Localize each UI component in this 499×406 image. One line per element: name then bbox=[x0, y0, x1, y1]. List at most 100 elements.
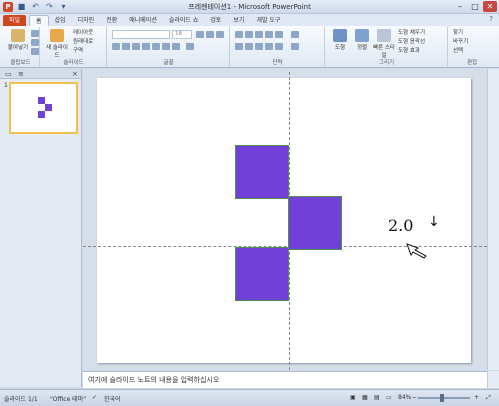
decrease-indent-icon[interactable] bbox=[255, 31, 263, 38]
align-right-icon[interactable] bbox=[255, 43, 263, 50]
new-slide-button[interactable]: 새 슬라이드 bbox=[45, 29, 69, 59]
tab-slideshow[interactable]: 슬라이드 쇼 bbox=[163, 15, 205, 26]
shape-effects-button[interactable]: 도형 효과 bbox=[398, 47, 420, 55]
tab-animations[interactable]: 애니메이션 bbox=[123, 15, 163, 26]
section-button[interactable]: 구역 bbox=[73, 47, 83, 55]
line-spacing-icon[interactable] bbox=[275, 31, 283, 38]
align-center-icon[interactable] bbox=[245, 43, 253, 50]
tab-design[interactable]: 디자인 bbox=[72, 15, 101, 26]
slide-thumbnail[interactable] bbox=[9, 82, 78, 134]
change-case-icon[interactable] bbox=[172, 43, 180, 50]
tab-insert[interactable]: 삽입 bbox=[49, 15, 72, 26]
layout-button[interactable]: 레이아웃 bbox=[73, 29, 93, 37]
spellcheck-icon[interactable]: ✓ bbox=[92, 394, 97, 401]
font-color-icon[interactable] bbox=[186, 43, 194, 50]
close-pane-icon[interactable]: × bbox=[72, 69, 78, 79]
notes-field[interactable]: 여기에 슬라이드 노트의 내용을 입력하십시오 bbox=[83, 371, 487, 388]
copy-icon[interactable] bbox=[31, 39, 39, 46]
cut-icon[interactable] bbox=[31, 30, 39, 37]
outline-tab-icon[interactable]: ≡ bbox=[18, 69, 24, 79]
shapes-label: 도형 bbox=[334, 45, 346, 51]
zoom-out-icon[interactable]: − bbox=[412, 394, 417, 401]
shrink-font-icon[interactable] bbox=[206, 31, 214, 38]
arrange-button[interactable]: 정렬 bbox=[350, 29, 374, 51]
arrange-label: 정렬 bbox=[356, 45, 368, 51]
new-slide-label: 새 슬라이드 bbox=[46, 45, 68, 59]
vertical-scrollbar[interactable] bbox=[487, 69, 499, 370]
reset-button[interactable]: 원래대로 bbox=[73, 38, 93, 46]
group-label-drawing: 그리기 bbox=[378, 60, 395, 66]
group-label-font: 글꼴 bbox=[163, 60, 174, 66]
notes-scrollbar[interactable] bbox=[487, 371, 499, 388]
tab-developer[interactable]: 개발 도구 bbox=[250, 15, 286, 26]
quick-styles-button[interactable]: 빠른 스타일 bbox=[372, 29, 396, 59]
slideshow-icon[interactable]: ▭ bbox=[386, 394, 392, 401]
italic-icon[interactable] bbox=[122, 43, 130, 50]
text-direction-icon[interactable] bbox=[291, 31, 299, 38]
replace-button[interactable]: 바꾸기 bbox=[453, 38, 468, 46]
title-bar: P ■ ↶ ↷ ▾ 프레젠테이션1 - Microsoft PowerPoint… bbox=[0, 0, 499, 14]
purple-square-middle[interactable] bbox=[288, 196, 342, 250]
tab-transitions[interactable]: 전환 bbox=[100, 15, 123, 26]
align-left-icon[interactable] bbox=[235, 43, 243, 50]
shapes-button[interactable]: 도형 bbox=[328, 29, 352, 51]
slide-thumbnail-number: 1 bbox=[4, 82, 8, 89]
shadow-icon[interactable] bbox=[142, 43, 150, 50]
tab-view[interactable]: 보기 bbox=[227, 15, 250, 26]
grow-font-icon[interactable] bbox=[196, 31, 204, 38]
guide-position-label: 2.0 bbox=[388, 216, 414, 235]
slides-pane: ▭ ≡ × 1 bbox=[0, 69, 82, 387]
theme-name[interactable]: "Office 테마" bbox=[50, 394, 86, 403]
tab-home[interactable]: 홈 bbox=[29, 15, 49, 26]
paste-icon bbox=[11, 29, 25, 42]
group-label-slides: 슬라이드 bbox=[63, 60, 84, 66]
purple-square-bottom[interactable] bbox=[235, 247, 289, 301]
select-button[interactable]: 선택 bbox=[453, 47, 463, 55]
zoom-in-icon[interactable]: + bbox=[474, 394, 479, 401]
maximize-icon[interactable]: □ bbox=[468, 1, 482, 12]
find-button[interactable]: 찾기 bbox=[453, 29, 463, 37]
slides-tab-icon[interactable]: ▭ bbox=[5, 69, 12, 79]
paste-button[interactable]: 붙여넣기 bbox=[6, 29, 30, 51]
bullets-icon[interactable] bbox=[235, 31, 243, 38]
zoom-slider[interactable] bbox=[418, 397, 470, 399]
close-icon[interactable]: ✕ bbox=[483, 1, 497, 12]
group-editing: 찾기 바꾸기 선택 편집 bbox=[449, 27, 495, 67]
quick-styles-icon bbox=[377, 29, 391, 42]
increase-indent-icon[interactable] bbox=[265, 31, 273, 38]
quick-styles-label: 빠른 스타일 bbox=[373, 45, 395, 59]
underline-icon[interactable] bbox=[132, 43, 140, 50]
shape-outline-button[interactable]: 도형 윤곽선 bbox=[398, 38, 425, 46]
tab-review[interactable]: 검토 bbox=[204, 15, 227, 26]
columns-icon[interactable] bbox=[275, 43, 283, 50]
tab-file[interactable]: 파일 bbox=[3, 15, 27, 26]
spacing-icon[interactable] bbox=[162, 43, 170, 50]
language-label[interactable]: 한국어 bbox=[104, 394, 121, 403]
clear-format-icon[interactable] bbox=[216, 31, 224, 38]
slides-pane-tabs: ▭ ≡ × bbox=[0, 69, 81, 79]
group-slides: 새 슬라이드 레이아웃 원래대로 구역 슬라이드 bbox=[41, 27, 107, 67]
format-painter-icon[interactable] bbox=[31, 48, 39, 55]
font-name-field[interactable] bbox=[112, 30, 170, 39]
group-font: 18 글꼴 bbox=[108, 27, 230, 67]
new-slide-icon bbox=[50, 29, 64, 42]
fit-to-window-icon[interactable]: ⤢ bbox=[486, 394, 491, 402]
arrow-down-icon: ↓ bbox=[428, 214, 440, 230]
purple-square-top[interactable] bbox=[235, 145, 289, 199]
help-icon[interactable]: ? bbox=[489, 15, 493, 23]
reading-view-icon[interactable]: ▤ bbox=[374, 394, 380, 401]
slide-sorter-icon[interactable]: ▦ bbox=[362, 394, 368, 401]
smartart-icon[interactable] bbox=[291, 43, 299, 50]
normal-view-icon[interactable]: ▣ bbox=[350, 394, 356, 401]
font-size-field[interactable]: 18 bbox=[172, 30, 192, 39]
strikethrough-icon[interactable] bbox=[152, 43, 160, 50]
bold-icon[interactable] bbox=[112, 43, 120, 50]
shape-fill-button[interactable]: 도형 채우기 bbox=[398, 29, 425, 37]
justify-icon[interactable] bbox=[265, 43, 273, 50]
group-label-editing: 편집 bbox=[466, 60, 478, 66]
minimize-icon[interactable]: – bbox=[453, 1, 467, 12]
slide-canvas[interactable] bbox=[97, 78, 471, 363]
zoom-slider-thumb[interactable] bbox=[440, 394, 444, 402]
zoom-level[interactable]: 84% bbox=[398, 394, 411, 401]
numbering-icon[interactable] bbox=[245, 31, 253, 38]
